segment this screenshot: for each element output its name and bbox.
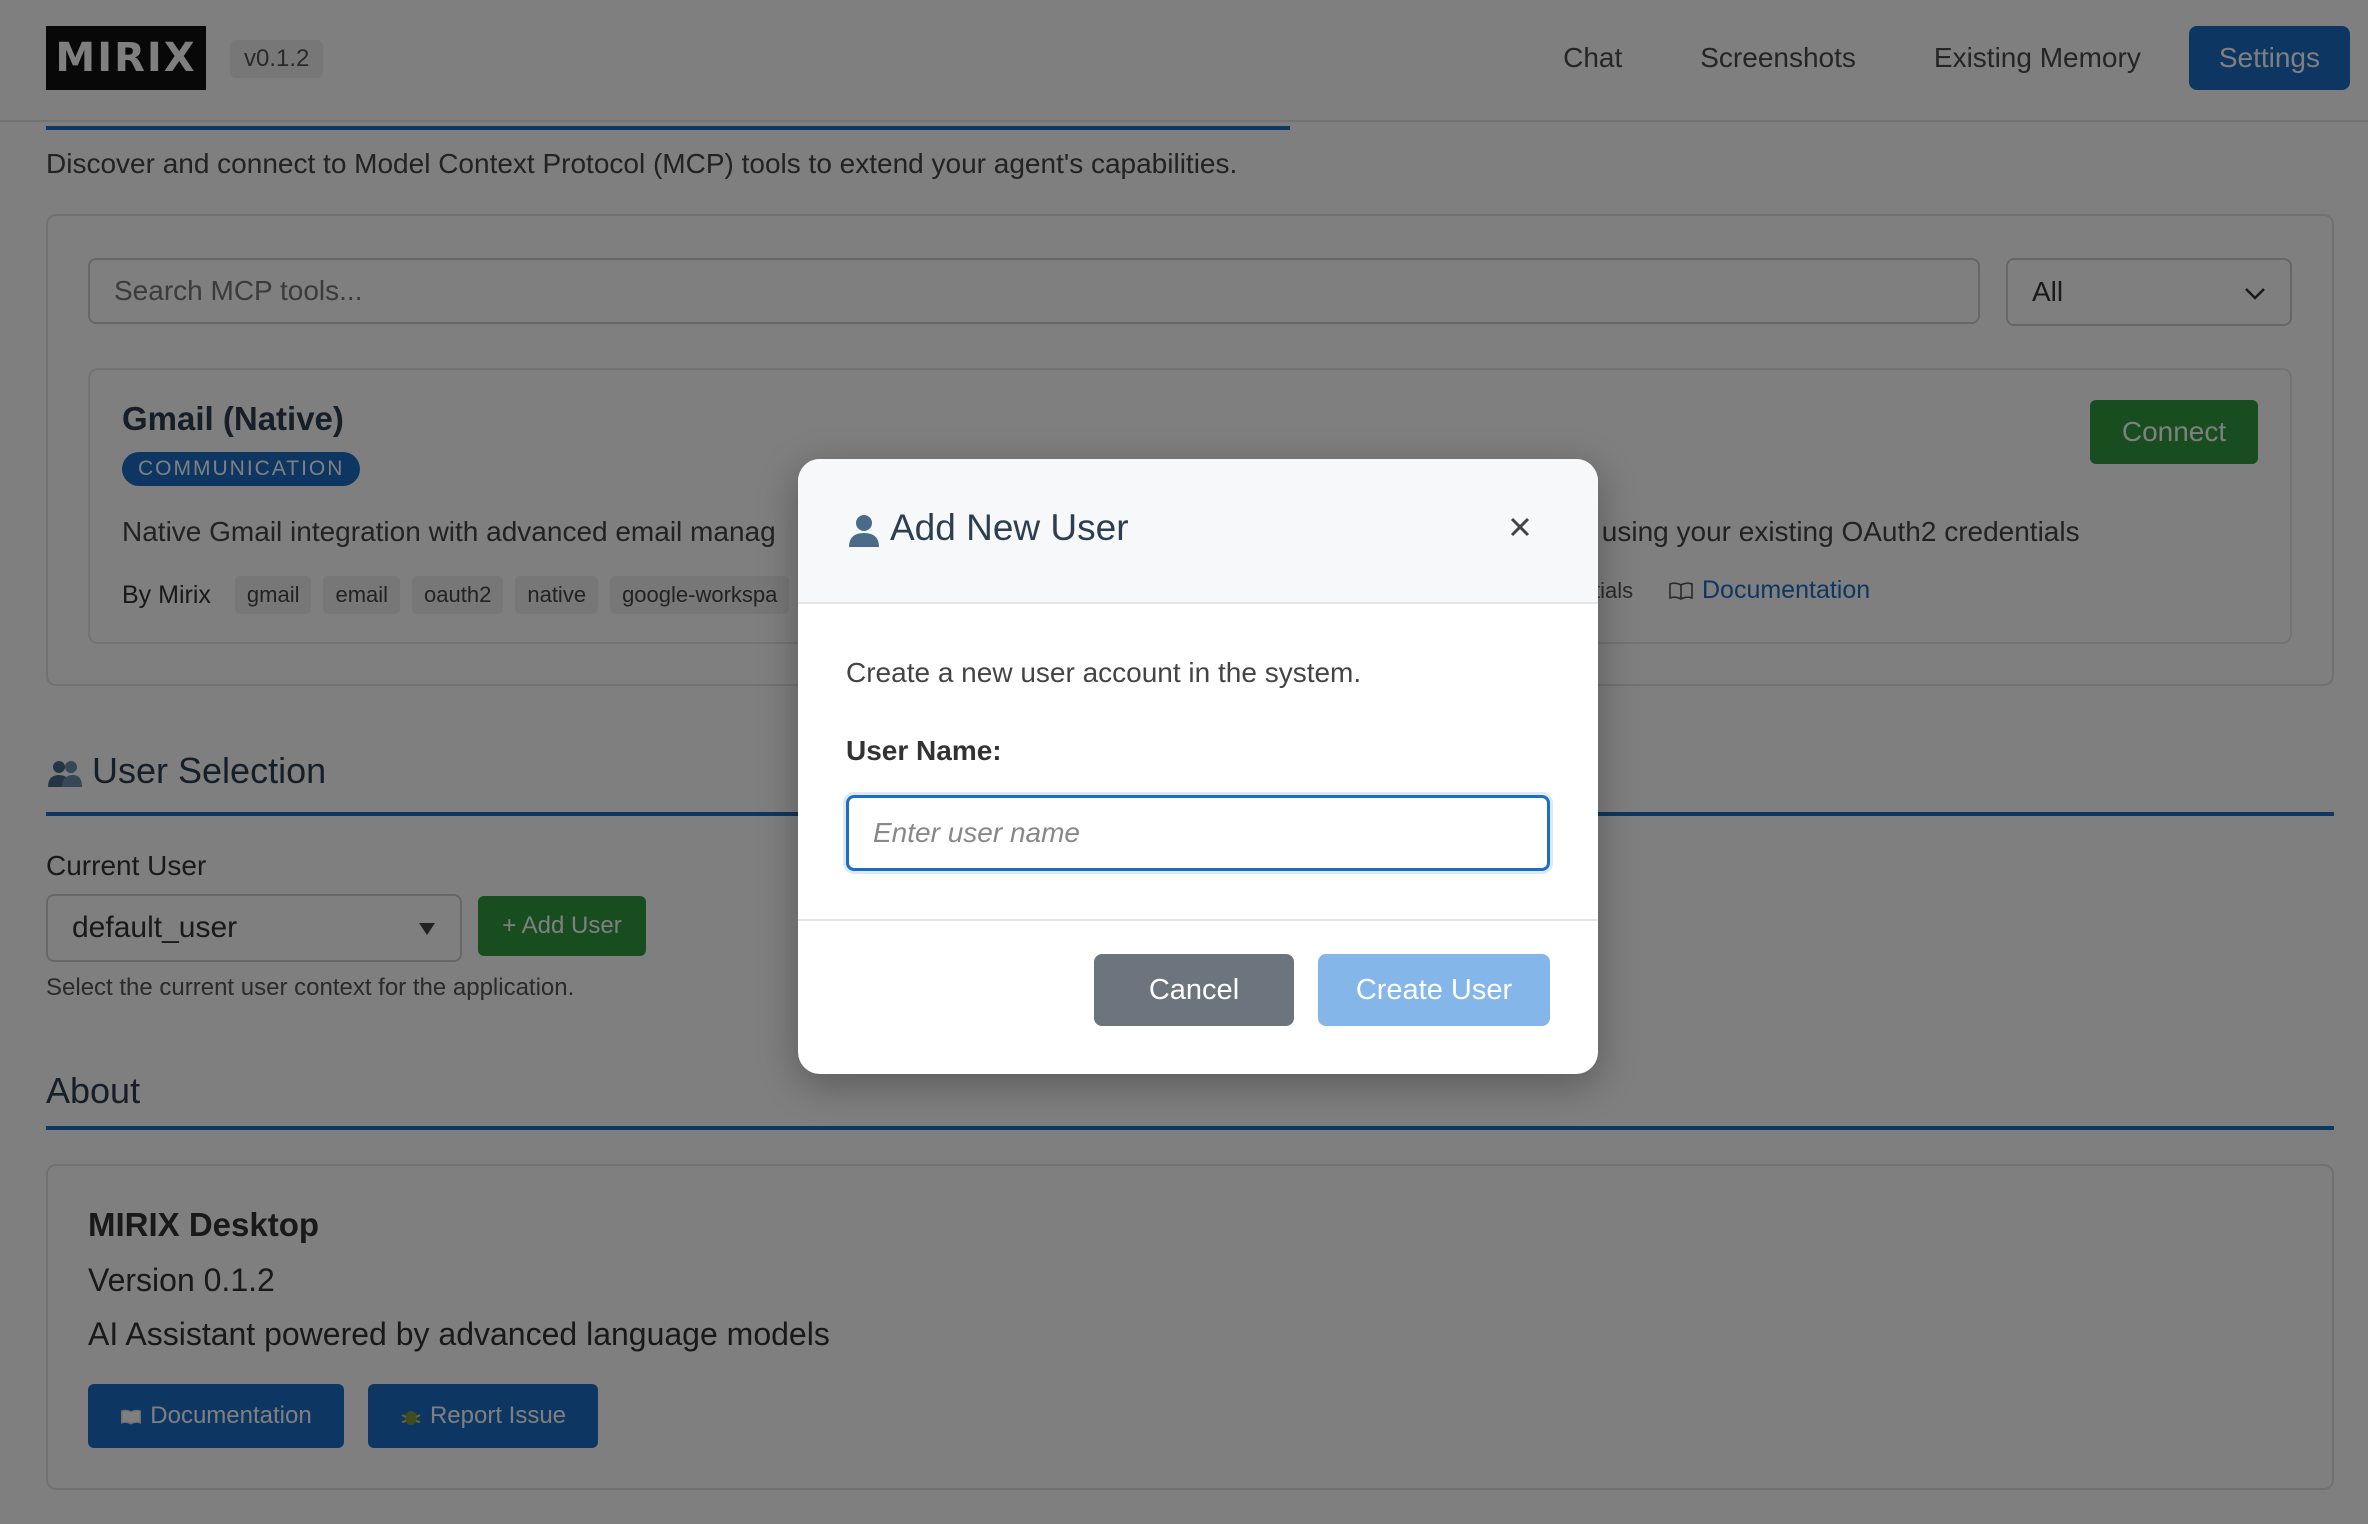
user-name-label: User Name: — [846, 735, 1002, 766]
create-user-button[interactable]: Create User — [1318, 954, 1550, 1026]
add-user-modal: Add New User Create a new user account i… — [798, 459, 1598, 1074]
modal-title: Add New User — [846, 507, 1129, 549]
modal-header: Add New User — [798, 459, 1598, 604]
user-name-input[interactable] — [846, 795, 1550, 871]
modal-description: Create a new user account in the system. — [846, 657, 1362, 688]
cancel-button[interactable]: Cancel — [1094, 954, 1294, 1026]
user-icon — [846, 507, 882, 549]
modal-title-text: Add New User — [890, 507, 1129, 548]
close-icon[interactable] — [1500, 507, 1540, 547]
modal-footer-divider — [798, 919, 1598, 921]
